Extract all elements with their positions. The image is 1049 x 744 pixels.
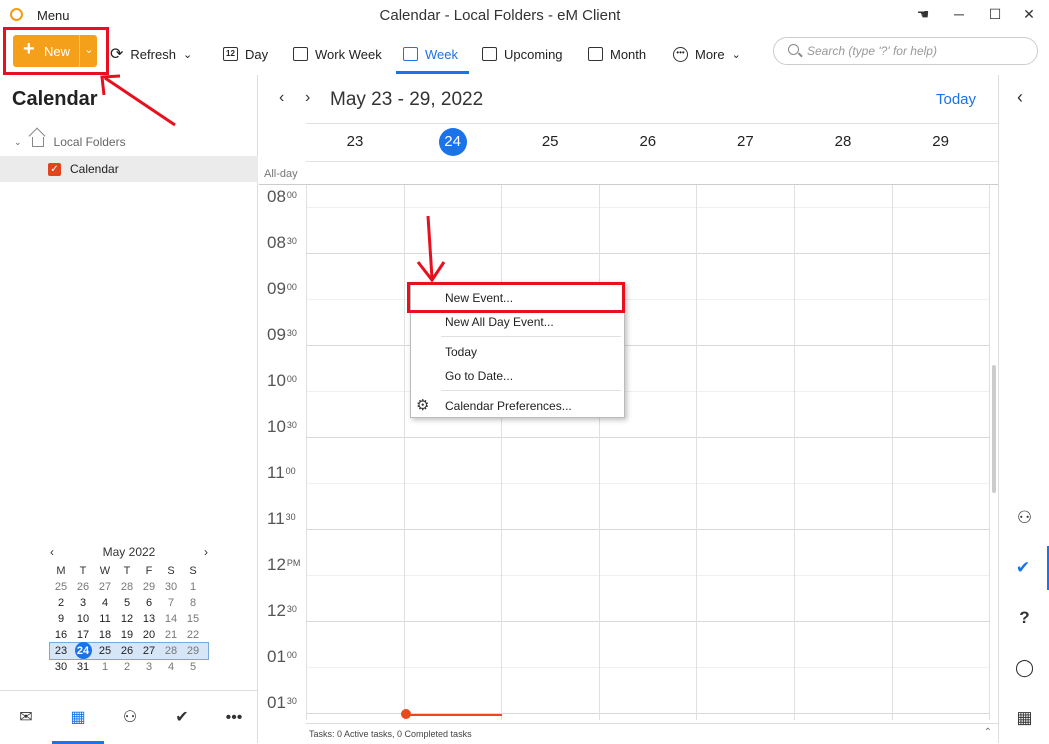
arrow-to-new-line	[104, 76, 176, 127]
annotation-arrows	[100, 74, 446, 283]
arrow-to-new-event-line	[426, 215, 434, 279]
mini-calendar-day[interactable]: 24	[72, 642, 94, 659]
